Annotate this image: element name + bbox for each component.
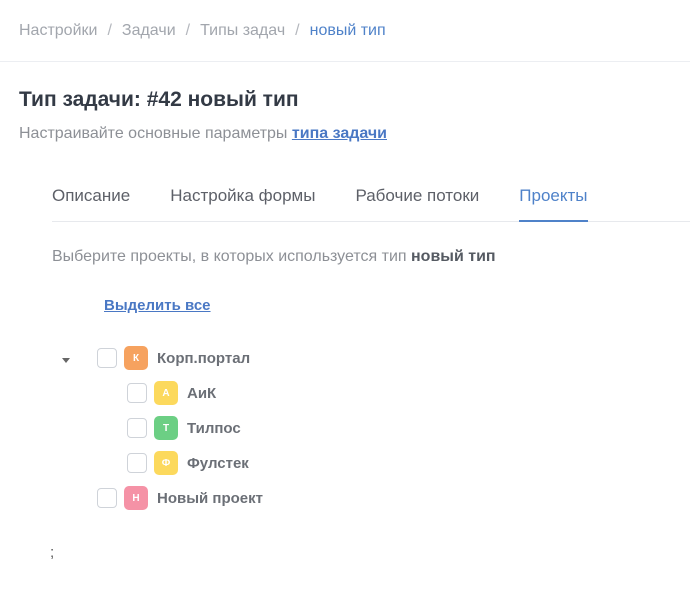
breadcrumb-separator: /	[185, 21, 191, 39]
breadcrumb: Настройки / Задачи / Типы задач / новый …	[0, 0, 690, 62]
subtitle-text: Настраивайте основные параметры	[19, 125, 288, 142]
project-avatar: Ф	[154, 451, 178, 475]
stray-text: ;	[50, 544, 55, 561]
project-name: Фулстек	[187, 454, 249, 472]
subproject-row: Т Тилпос	[127, 416, 241, 440]
breadcrumb-separator: /	[107, 21, 112, 39]
project-avatar: Н	[124, 486, 148, 510]
hint-type-name: новый тип	[411, 248, 496, 265]
project-avatar: Т	[154, 416, 178, 440]
breadcrumb-settings[interactable]: Настройки	[19, 22, 97, 40]
page: Настройки / Задачи / Типы задач / новый …	[0, 0, 690, 605]
projects-hint: Выберите проекты, в которых используется…	[52, 248, 496, 266]
project-name: Новый проект	[157, 489, 263, 507]
project-checkbox[interactable]	[127, 418, 147, 438]
hint-text: Выберите проекты, в которых используется…	[52, 248, 407, 265]
collapse-arrow-icon[interactable]	[61, 355, 71, 365]
tab-description[interactable]: Описание	[52, 170, 130, 221]
project-name: Корп.портал	[157, 349, 251, 367]
project-row: К Корп.портал	[97, 346, 250, 370]
tab-workflows[interactable]: Рабочие потоки	[355, 170, 479, 221]
project-checkbox[interactable]	[97, 488, 117, 508]
task-type-link[interactable]: типа задачи	[292, 125, 387, 142]
project-checkbox[interactable]	[127, 453, 147, 473]
project-name: АиК	[187, 384, 217, 402]
select-all-link[interactable]: Выделить все	[104, 297, 211, 314]
project-row: Н Новый проект	[97, 486, 263, 510]
tab-bar: Описание Настройка формы Рабочие потоки …	[52, 170, 690, 222]
project-avatar: А	[154, 381, 178, 405]
project-checkbox[interactable]	[127, 383, 147, 403]
project-name: Тилпос	[187, 419, 241, 437]
page-subtitle: Настраивайте основные параметры типа зад…	[19, 125, 387, 143]
tab-form-settings[interactable]: Настройка формы	[170, 170, 315, 221]
project-avatar: К	[124, 346, 148, 370]
breadcrumb-task-types[interactable]: Типы задач	[200, 22, 285, 40]
page-title: Тип задачи: #42 новый тип	[19, 88, 299, 111]
tab-projects[interactable]: Проекты	[519, 170, 588, 222]
subproject-row: Ф Фулстек	[127, 451, 249, 475]
project-checkbox[interactable]	[97, 348, 117, 368]
subproject-row: А АиК	[127, 381, 216, 405]
breadcrumb-separator: /	[295, 21, 300, 39]
breadcrumb-current: новый тип	[309, 21, 386, 39]
breadcrumb-tasks[interactable]: Задачи	[122, 22, 176, 40]
